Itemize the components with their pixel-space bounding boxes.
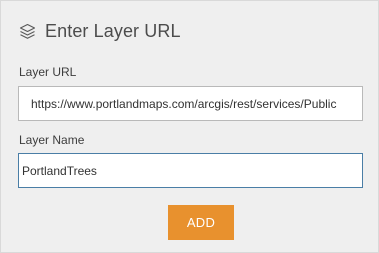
layers-icon [19, 23, 36, 40]
layer-url-label: Layer URL [19, 65, 77, 79]
layer-name-label: Layer Name [19, 133, 85, 147]
add-button[interactable]: ADD [168, 205, 234, 240]
layer-url-input[interactable] [18, 86, 363, 121]
enter-layer-url-panel: Enter Layer URL Layer URL Layer Name ADD [0, 0, 379, 253]
layer-name-input[interactable] [18, 153, 363, 188]
panel-header: Enter Layer URL [19, 18, 181, 44]
panel-title: Enter Layer URL [45, 20, 181, 41]
